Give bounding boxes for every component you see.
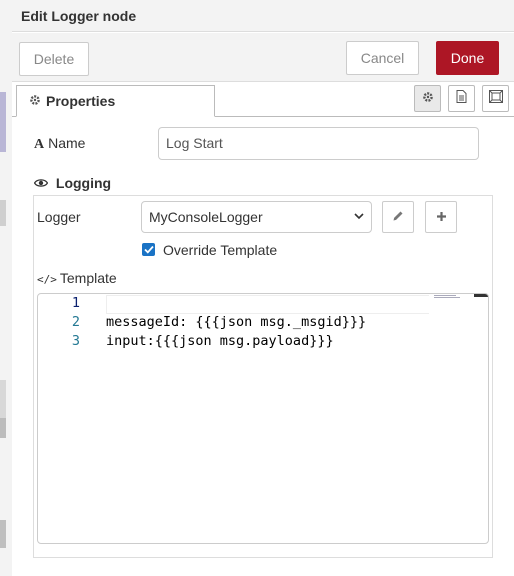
override-template-label: Override Template <box>163 242 278 258</box>
code-line: input:{{{json msg.payload}}} <box>106 333 334 349</box>
line-number: 1 <box>71 295 80 311</box>
eye-icon <box>33 175 52 191</box>
code-line: messageId: {{{json msg._msgid}}} <box>106 314 367 330</box>
edit-logger-button[interactable] <box>382 201 414 233</box>
template-label: </> Template <box>37 270 117 286</box>
cancel-button[interactable]: Cancel <box>346 41 419 75</box>
edit-tray: Edit Logger node Delete Cancel Done Prop… <box>12 0 514 576</box>
add-logger-button[interactable] <box>425 201 457 233</box>
gear-icon <box>29 86 42 116</box>
logger-select[interactable]: MyConsoleLogger <box>141 201 372 233</box>
current-line-highlight <box>106 295 429 314</box>
tray-title: Edit Logger node <box>12 0 514 32</box>
template-code-editor[interactable]: 1 2 3 messageId: {{{json msg._msgid}}} i… <box>37 293 489 544</box>
line-number: 2 <box>71 314 80 330</box>
logger-select-value: MyConsoleLogger <box>149 209 263 225</box>
appearance-icon <box>488 89 503 108</box>
tab-properties-label: Properties <box>46 93 116 109</box>
document-icon <box>456 89 467 108</box>
override-template-checkbox[interactable] <box>142 243 155 256</box>
gear-icon <box>422 90 434 108</box>
tab-appearance[interactable] <box>482 85 509 112</box>
code-icon: </> <box>37 273 57 286</box>
name-label: A Name <box>34 135 86 152</box>
line-number: 3 <box>71 333 80 349</box>
tab-description[interactable] <box>448 85 475 112</box>
logging-section-title: Logging <box>33 175 111 191</box>
font-icon: A <box>34 137 45 152</box>
pencil-icon <box>392 210 404 225</box>
name-input[interactable]: Log Start <box>158 127 479 160</box>
tab-bar: Properties <box>12 82 514 117</box>
checkmark-icon <box>143 241 154 259</box>
tray-toolbar: Delete Cancel Done <box>12 33 514 82</box>
delete-button[interactable]: Delete <box>19 42 89 76</box>
logger-label: Logger <box>37 209 81 225</box>
tab-properties[interactable]: Properties <box>16 85 215 117</box>
editor-minimap[interactable] <box>434 295 460 300</box>
editor-scrollbar[interactable] <box>474 294 488 297</box>
done-button[interactable]: Done <box>436 41 499 75</box>
tab-settings[interactable] <box>414 85 441 112</box>
chevron-down-icon <box>354 202 364 245</box>
plus-icon <box>436 210 447 225</box>
